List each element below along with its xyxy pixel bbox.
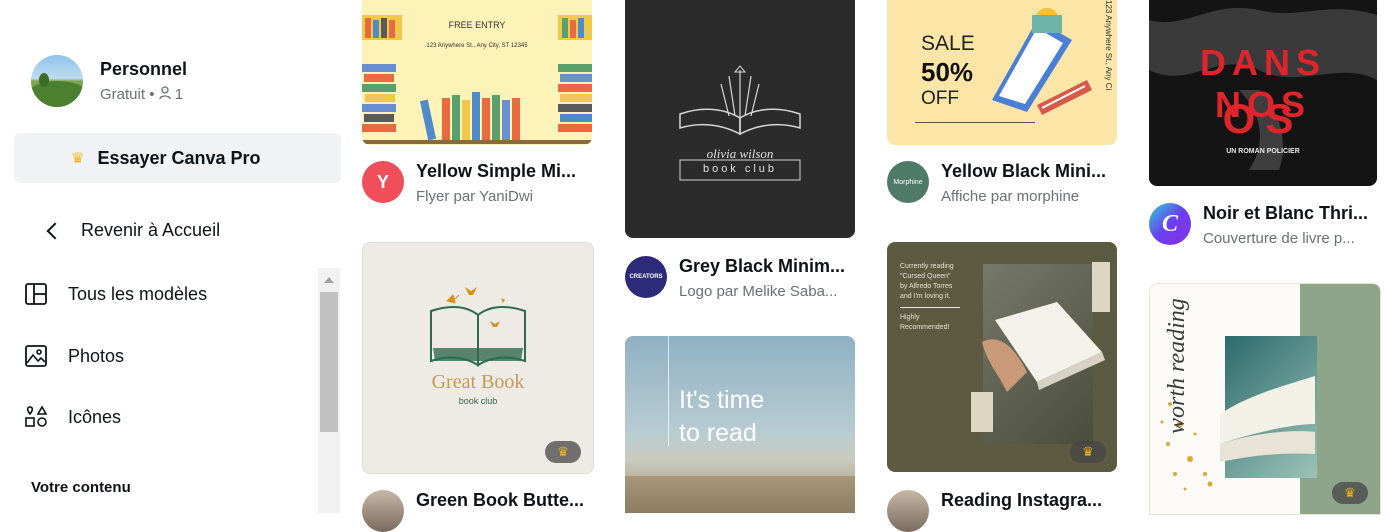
template-card-worth-reading[interactable]: worth reading ♛ [1149,283,1381,515]
try-canva-pro-button[interactable]: ♛ Essayer Canva Pro [14,133,341,183]
scroll-up-icon[interactable] [324,277,334,283]
card-image-text: UN ROMAN POLICIER [1226,148,1300,155]
card-image-text: OS [1222,95,1304,142]
card-image-text: olivia wilson [706,146,774,161]
template-card-yellow-black[interactable]: SALE 50% OFF 123 Anywhere St., Any Ci [887,0,1117,145]
templates-icon [25,283,47,305]
flying-books-illustration [992,8,1092,115]
creator-logo: Morphine [887,161,929,203]
card-image-line: to read [679,419,757,447]
template-title[interactable]: Grey Black Minim... [679,256,845,277]
scrollbar-thumb[interactable] [320,292,338,432]
card-image-line: by Alfredo Torres [900,283,953,290]
profile-name: Personnel [100,59,188,79]
card-image-text: Currently reading "Cursed Queen" by Alfr… [900,262,980,333]
template-subtitle[interactable]: Affiche par morphine [941,188,1106,205]
nav-item-templates[interactable]: Tous les modèles [24,282,207,306]
pro-crown-icon: ♛ [545,441,581,463]
creator-logo: CREATORS [625,256,667,298]
back-to-home-link[interactable]: Revenir à Accueil [45,220,220,241]
nav-item-photos[interactable]: Photos [24,344,124,368]
template-title[interactable]: Green Book Butte... [416,490,584,511]
shapes-icon [25,405,48,427]
beach-sand [625,476,855,513]
card-image-line: It's time [679,386,765,414]
template-card-time-to-read[interactable]: It's time to read [625,336,855,513]
nav-item-label: Photos [68,345,125,366]
template-title[interactable]: Noir et Blanc Thri... [1203,203,1368,224]
template-card-noir-blanc[interactable]: DANS NOS OS UN ROMAN POLICIER [1149,0,1377,186]
sidebar-scrollbar[interactable] [318,268,340,513]
template-meta: Green Book Butte... [362,490,584,532]
template-meta: Y Yellow Simple Mi... Flyer par YaniDwi [362,161,576,205]
person-icon [158,86,171,100]
nav-item-label: Icônes [68,406,122,427]
card-image-line: Recommended! [900,324,950,331]
template-subtitle[interactable]: Flyer par YaniDwi [416,188,576,205]
creator-avatar [362,490,404,532]
template-meta: Reading Instagra... [887,490,1102,532]
card-image-text: book club [458,396,498,406]
template-title[interactable]: Yellow Simple Mi... [416,161,576,182]
pro-crown-icon: ♛ [1070,441,1106,463]
card-image-text: FREE ENTRY [448,20,506,30]
separator-dot: • [149,86,159,103]
template-meta: C Noir et Blanc Thri... Couverture de li… [1149,203,1368,247]
divider-line [900,307,960,308]
back-label: Revenir à Accueil [81,220,221,240]
card-image-text: 123 Anywhere St., Any City, ST 12345 [426,43,528,49]
butterfly-book-illustration [430,287,526,367]
photo-icon [25,345,47,367]
card-image-line: Currently reading [900,263,954,270]
open-book-logo [679,65,801,181]
card-image-line: and I'm loving it. [900,293,951,300]
card-image-line: "Cursed Queen" [900,273,951,280]
template-title[interactable]: Reading Instagra... [941,490,1102,511]
creator-logo: C [1149,203,1191,245]
template-card-grey-black[interactable]: olivia wilson book club [625,0,855,238]
card-image-text: It's time to read [679,384,764,450]
template-card-yellow-simple[interactable]: FREE ENTRY 123 Anywhere St., Any City, S… [362,0,592,145]
template-meta: CREATORS Grey Black Minim... Logo par Me… [625,256,845,300]
try-pro-label: Essayer Canva Pro [97,147,261,168]
nav-item-icons[interactable]: Icônes [24,405,121,429]
team-avatar [31,55,83,107]
creator-avatar [887,490,929,532]
your-content-heading: Votre contenu [31,479,131,496]
card-image-text: worth reading [1164,298,1190,434]
template-subtitle[interactable]: Couverture de livre p... [1203,230,1368,247]
template-title[interactable]: Yellow Black Mini... [941,161,1106,182]
chevron-left-icon [46,222,64,239]
template-subtitle[interactable]: Logo par Melike Saba... [679,283,845,300]
sidebar: Personnel Gratuit • 1 ♛ Essayer Canva Pr… [0,0,345,513]
profile-plan: Gratuit • 1 [100,86,187,103]
card-image-text: book club [702,163,778,175]
template-card-reading-instagram[interactable]: Currently reading "Cursed Queen" by Alfr… [887,242,1117,472]
nav-item-label: Tous les modèles [68,283,208,304]
creator-logo: Y [362,161,404,203]
card-image-text: Great Book [431,371,525,393]
divider-line [668,336,669,446]
members-count: 1 [174,86,184,103]
card-image-text: 123 Anywhere St., Any Ci [1104,0,1113,91]
template-card-green-book[interactable]: Great Book book club ♛ [362,242,594,474]
crown-icon: ♛ [71,150,85,167]
pro-crown-icon: ♛ [1332,482,1368,504]
template-meta: Morphine Yellow Black Mini... Affiche pa… [887,161,1106,205]
profile-switcher[interactable]: Personnel Gratuit • 1 [31,55,187,107]
plan-label: Gratuit [100,86,146,103]
card-image-line: Highly [900,314,920,321]
